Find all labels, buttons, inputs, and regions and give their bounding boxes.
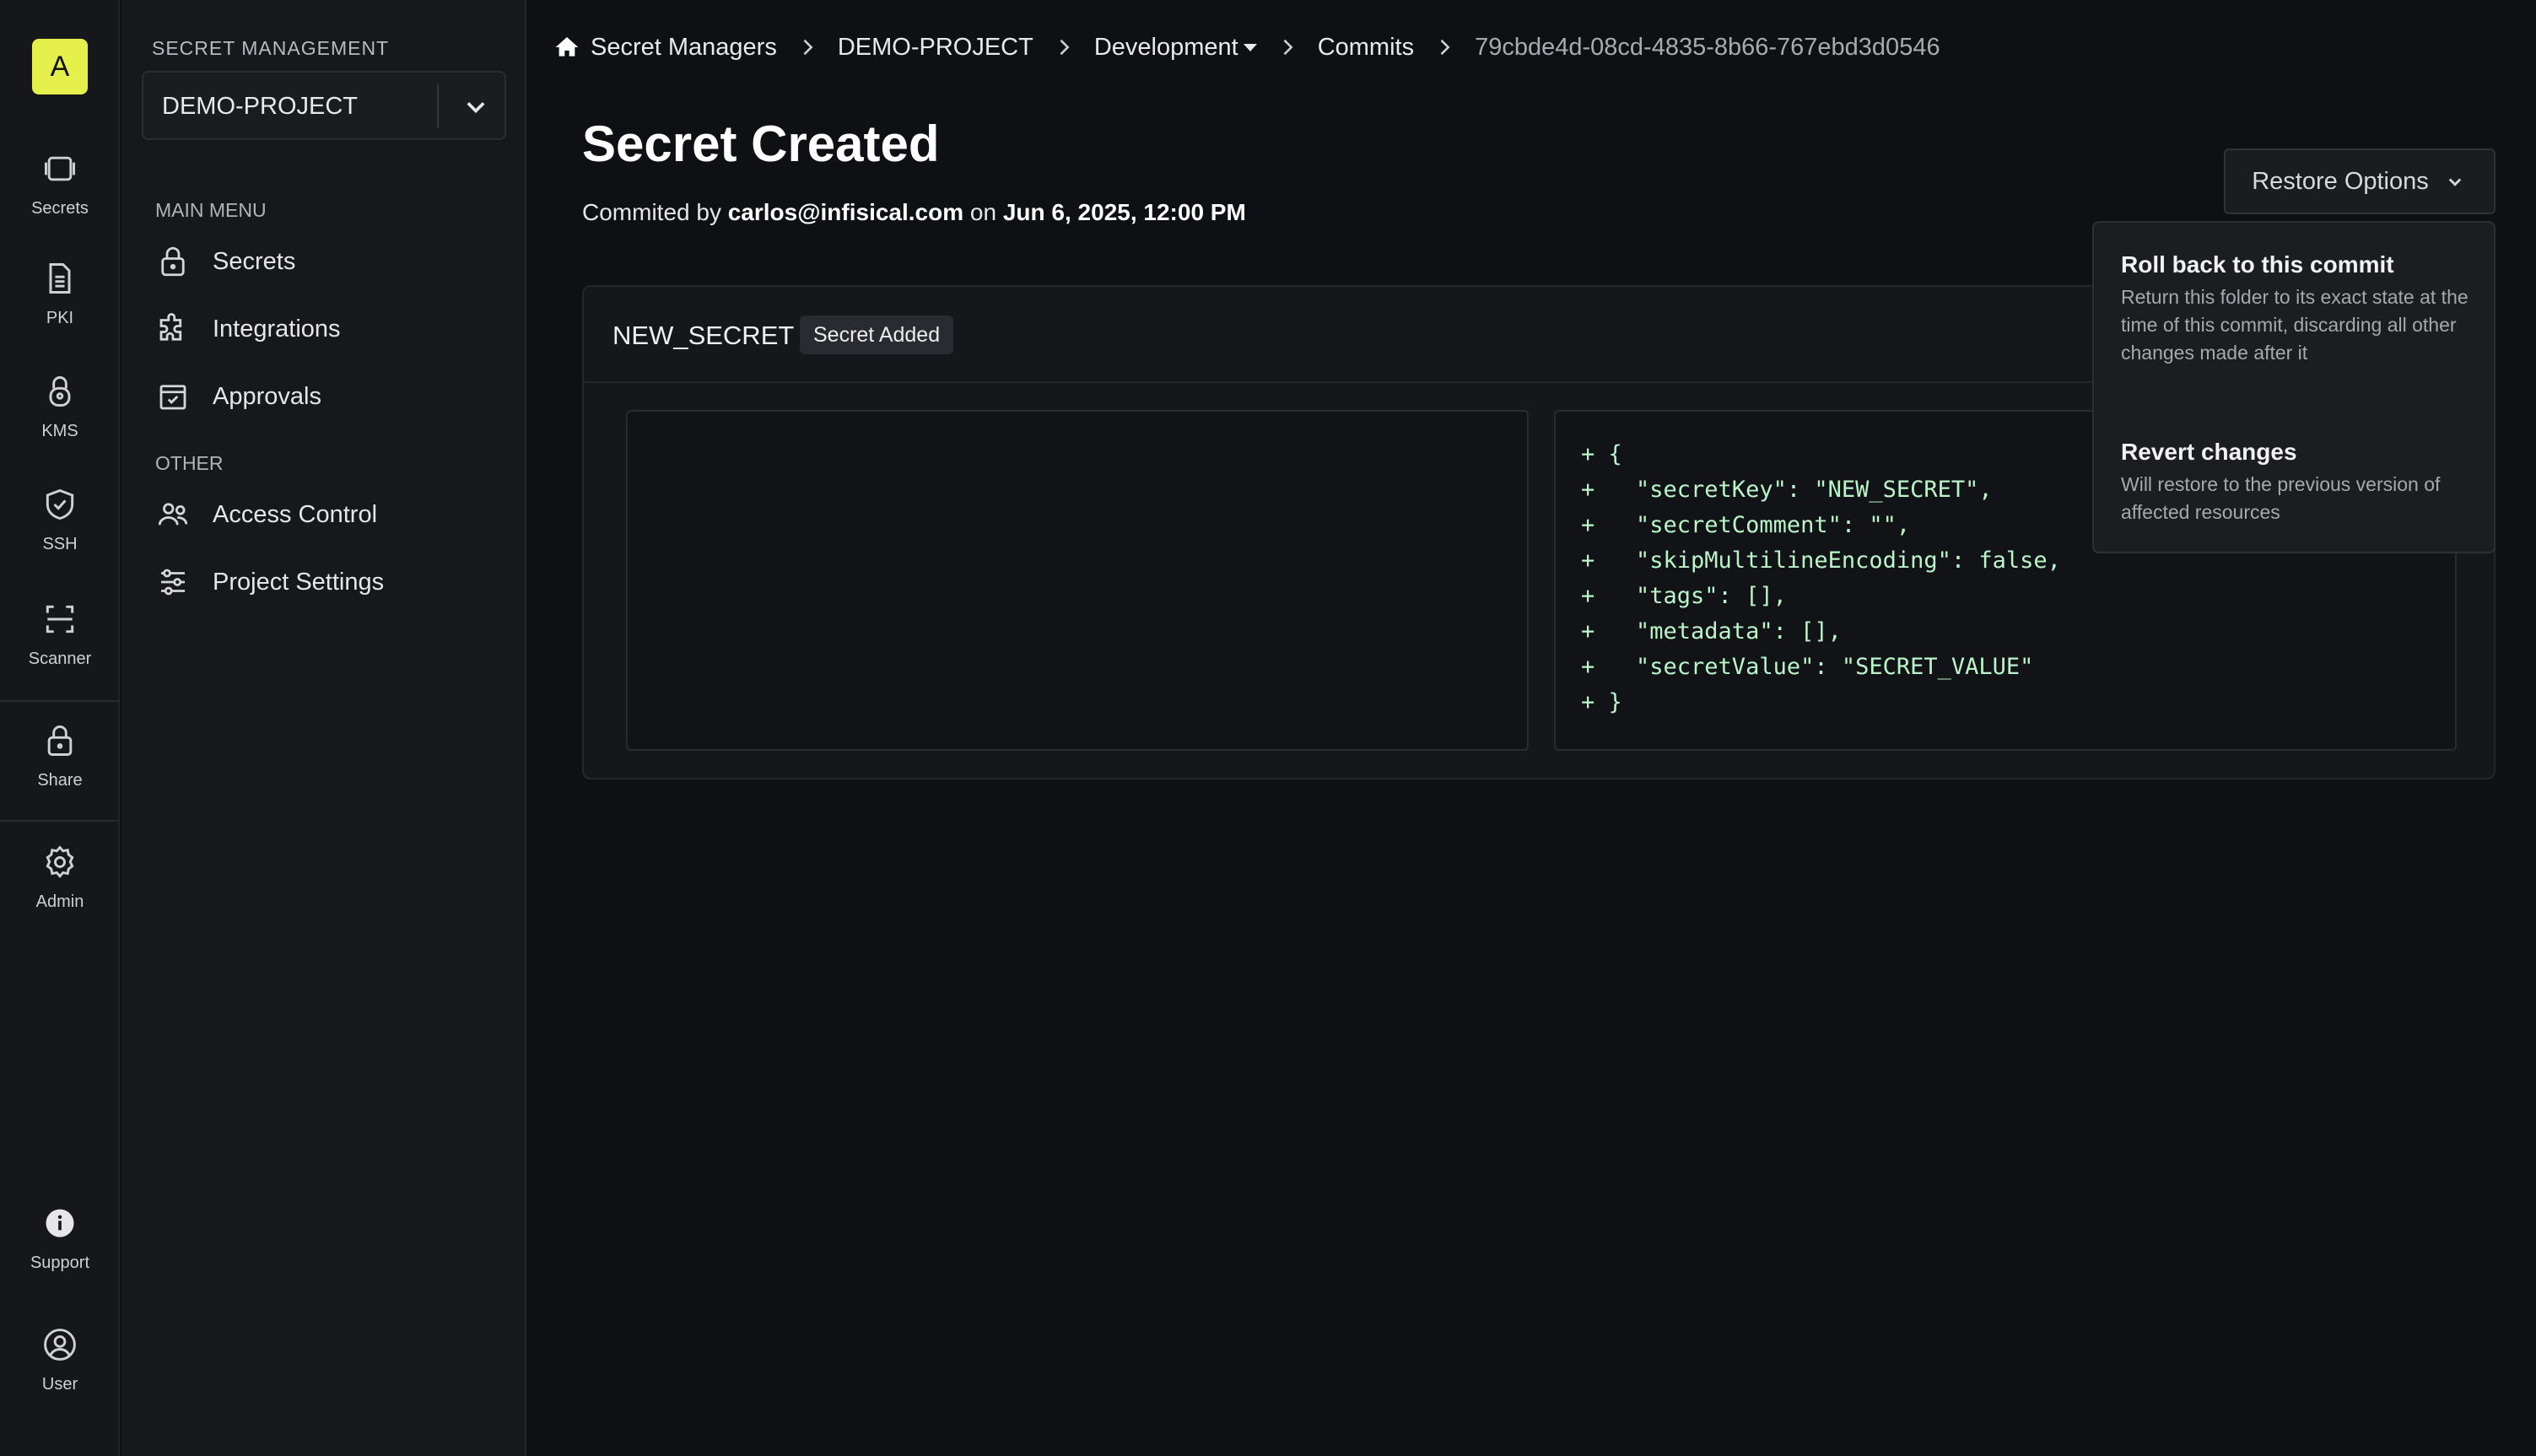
lock-key-icon	[49, 376, 71, 407]
menu-item-description: Return this folder to its exact state at…	[2121, 286, 2469, 364]
diff-line: + "secretKey": "NEW_SECRET",	[1581, 477, 1993, 503]
sidebar-item-project-settings[interactable]: Project Settings	[155, 558, 510, 606]
info-icon	[46, 1209, 74, 1238]
sidebar-item-label: Access Control	[213, 500, 378, 528]
select-divider	[437, 84, 439, 128]
breadcrumb-environment-label: Development	[1093, 33, 1238, 61]
menu-item-roll-back[interactable]: Roll back to this commit Return this fol…	[2121, 251, 2475, 367]
menu-item-title: Revert changes	[2121, 439, 2297, 465]
chevron-right-icon	[1060, 39, 1070, 56]
rail-item-label: Secrets	[31, 199, 89, 218]
rail-item-support[interactable]: Support	[0, 1205, 120, 1306]
rail-item-scanner[interactable]: Scanner	[0, 601, 120, 702]
breadcrumb-commit-id: 79cbde4d-08cd-4835-8b66-767ebd3d0546	[1475, 33, 1940, 61]
rail-item-label: SSH	[42, 535, 78, 553]
sidebar-item-label: Project Settings	[213, 568, 385, 596]
rail-item-share[interactable]: Share	[0, 722, 120, 823]
other-label: OTHER	[155, 452, 224, 474]
icon-rail: A Secrets PKI KMS SSH Scanner Share Admi…	[0, 0, 120, 1456]
sidebar-item-approvals[interactable]: Approvals	[155, 373, 510, 420]
chevron-down-icon	[2448, 178, 2461, 186]
rail-item-label: User	[41, 1375, 78, 1394]
breadcrumb-environment[interactable]: Development	[1094, 34, 1257, 62]
rail-item-label: PKI	[46, 309, 74, 327]
rail-item-label: KMS	[41, 422, 78, 440]
breadcrumb-project[interactable]: DEMO-PROJECT	[838, 34, 1033, 62]
diff-line: + {	[1581, 441, 1622, 467]
vault-icon	[45, 156, 75, 181]
rail-item-label: Support	[30, 1254, 90, 1272]
rail-divider	[0, 700, 120, 702]
rail-item-secrets[interactable]: Secrets	[0, 150, 120, 251]
gear-icon	[46, 845, 74, 878]
lock-icon	[161, 246, 185, 277]
calendar-check-icon	[159, 385, 186, 410]
rail-item-label: Admin	[35, 892, 84, 911]
sidebar-item-access-control[interactable]: Access Control	[155, 491, 510, 538]
menu-item-revert-changes[interactable]: Revert changes Will restore to the previ…	[2121, 439, 2475, 526]
home-icon[interactable]	[553, 34, 580, 61]
secret-name: NEW_SECRET	[612, 321, 795, 350]
diff-line: + "metadata": [],	[1581, 618, 1842, 644]
diff-line: + "tags": [],	[1581, 583, 1787, 609]
on-word: on	[969, 199, 997, 225]
diff-content: + { + "secretKey": "NEW_SECRET", + "secret…	[1581, 437, 2061, 720]
diff-before-pane	[626, 410, 1529, 751]
restore-options-menu: Roll back to this commit Return this fol…	[2092, 221, 2496, 553]
chevron-right-icon	[1440, 39, 1450, 56]
puzzle-icon	[159, 313, 182, 341]
project-select-value: DEMO-PROJECT	[162, 93, 358, 120]
rail-item-user[interactable]: User	[0, 1326, 120, 1427]
diff-line: + }	[1581, 689, 1622, 715]
org-avatar[interactable]: A	[32, 39, 88, 94]
main-menu-label: MAIN MENU	[155, 199, 267, 221]
diff-line: + "secretValue": "SECRET_VALUE"	[1581, 654, 2034, 680]
menu-item-title: Roll back to this commit	[2121, 251, 2394, 278]
breadcrumb: Secret Managers DEMO-PROJECT Development…	[553, 29, 1940, 66]
breadcrumb-commits[interactable]: Commits	[1318, 34, 1414, 62]
user-icon	[44, 1329, 76, 1361]
rail-item-ssh[interactable]: SSH	[0, 486, 120, 587]
status-badge: Secret Added	[800, 315, 954, 354]
sidebar-item-integrations[interactable]: Integrations	[155, 305, 510, 353]
sidebar-item-label: Secrets	[213, 247, 296, 275]
page-title: Secret Created	[582, 116, 940, 172]
chevron-right-icon	[1283, 39, 1293, 56]
diff-line: + "skipMultilineEncoding": false,	[1581, 547, 2061, 574]
rail-item-label: Scanner	[28, 650, 92, 668]
chevron-right-icon	[803, 39, 813, 56]
committed-prefix: Commited by	[582, 199, 721, 225]
menu-item-description: Will restore to the previous version of …	[2121, 473, 2441, 523]
project-select[interactable]: DEMO-PROJECT	[142, 71, 506, 140]
chevron-down-icon[interactable]	[457, 88, 494, 125]
sidebar-item-label: Approvals	[213, 382, 321, 410]
rail-item-kms[interactable]: KMS	[0, 373, 120, 474]
project-sidebar: SECRET MANAGEMENT DEMO-PROJECT MAIN MENU…	[121, 0, 526, 1456]
commit-meta: Commited by carlos@infisical.com on Jun …	[582, 199, 1246, 226]
commit-date: Jun 6, 2025, 12:00 PM	[1002, 199, 1246, 225]
rail-item-pki[interactable]: PKI	[0, 260, 120, 361]
scan-icon	[46, 605, 74, 634]
sidebar-item-label: Integrations	[213, 315, 341, 342]
restore-options-label: Restore Options	[2252, 167, 2429, 195]
restore-options-button[interactable]: Restore Options	[2224, 148, 2496, 214]
sidebar-item-secrets[interactable]: Secrets	[155, 238, 510, 285]
rail-item-admin[interactable]: Admin	[0, 844, 120, 945]
breadcrumb-secret-managers[interactable]: Secret Managers	[591, 34, 777, 62]
lock-icon	[47, 725, 73, 756]
sliders-icon	[161, 569, 185, 596]
sidebar-heading: SECRET MANAGEMENT	[152, 37, 390, 59]
shield-icon	[46, 488, 74, 520]
diff-line: + "secretComment": "",	[1581, 512, 1911, 538]
users-icon	[158, 503, 188, 526]
caret-down-icon	[1243, 44, 1257, 52]
rail-item-label: Share	[37, 771, 83, 790]
document-icon	[49, 263, 71, 294]
rail-divider	[0, 820, 120, 822]
commit-author: carlos@infisical.com	[727, 199, 964, 225]
